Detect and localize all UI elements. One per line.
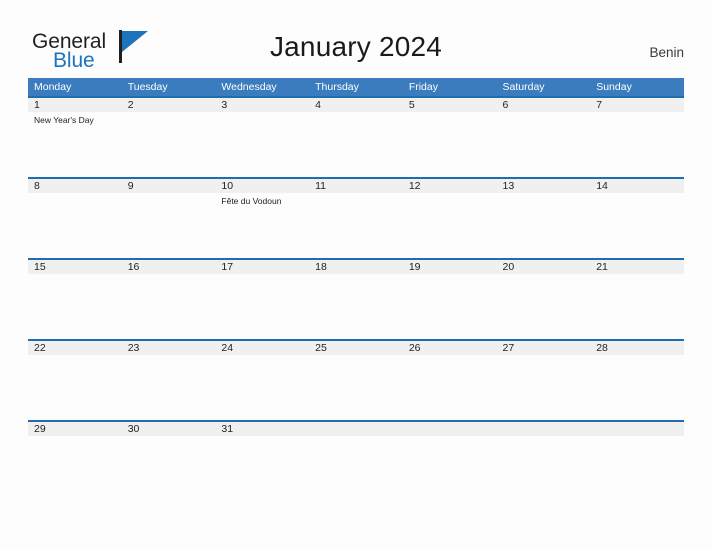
day-header-wednesday: Wednesday <box>221 81 277 93</box>
day-cell[interactable]: 3 <box>215 98 309 177</box>
day-cell[interactable]: 1 New Year's Day <box>28 98 122 177</box>
page-title: January 2024 <box>269 31 443 62</box>
day-cell[interactable]: 12 <box>403 179 497 258</box>
day-number: 13 <box>502 180 515 192</box>
day-cell[interactable]: 5 <box>403 98 497 177</box>
day-number: 25 <box>315 342 327 354</box>
day-cell[interactable]: 14 <box>590 179 684 258</box>
day-cell[interactable]: 24 <box>215 341 309 420</box>
day-header-sunday: Sunday <box>596 81 632 93</box>
day-cell-empty <box>497 422 591 501</box>
day-cell-empty <box>309 422 403 501</box>
day-cell[interactable]: 30 <box>122 422 216 501</box>
calendar-page: General Blue January 2024 Benin Monday T… <box>0 0 712 550</box>
country-label: Benin <box>649 45 684 60</box>
day-cell-empty <box>590 422 684 501</box>
day-cell[interactable]: 18 <box>309 260 403 339</box>
day-header-thursday: Thursday <box>315 81 359 93</box>
day-event-label: Fête du Vodoun <box>221 196 282 206</box>
day-number: 26 <box>408 342 421 354</box>
day-cell[interactable]: 8 <box>28 179 122 258</box>
day-number: 9 <box>127 180 134 192</box>
day-number: 16 <box>127 261 140 273</box>
day-cell[interactable]: 19 <box>403 260 497 339</box>
day-cell[interactable]: 21 <box>590 260 684 339</box>
day-cell[interactable]: 2 <box>122 98 216 177</box>
day-number: 24 <box>221 342 234 354</box>
calendar-week-row: 8 9 10 Fête du Vodoun 11 12 13 14 <box>28 177 684 258</box>
day-number: 21 <box>596 261 608 273</box>
day-number: 2 <box>127 99 134 111</box>
day-number: 18 <box>315 261 327 273</box>
day-number: 11 <box>315 180 327 192</box>
day-number: 1 <box>34 99 40 111</box>
day-cell-empty <box>403 422 497 501</box>
day-number: 17 <box>221 261 234 273</box>
day-number: 5 <box>408 99 415 111</box>
day-number: 4 <box>315 99 321 111</box>
day-cell[interactable]: 27 <box>497 341 591 420</box>
day-cell[interactable]: 26 <box>403 341 497 420</box>
calendar-grid: Monday Tuesday Wednesday Thursday Friday… <box>28 78 684 501</box>
day-header-tuesday: Tuesday <box>127 81 168 93</box>
page-header: General Blue January 2024 Benin <box>0 0 712 78</box>
calendar-week-row: 29 30 31 <box>28 420 684 501</box>
day-cell[interactable]: 20 <box>497 260 591 339</box>
day-number: 20 <box>502 261 515 273</box>
day-header-monday: Monday <box>34 81 72 93</box>
day-cell[interactable]: 22 <box>28 341 122 420</box>
day-number: 31 <box>221 423 234 435</box>
day-cell[interactable]: 28 <box>590 341 684 420</box>
day-cell[interactable]: 10 Fête du Vodoun <box>215 179 309 258</box>
day-cell[interactable]: 9 <box>122 179 216 258</box>
day-number: 22 <box>34 342 46 354</box>
calendar-week-row: 15 16 17 18 19 20 21 <box>28 258 684 339</box>
day-cell[interactable]: 16 <box>122 260 216 339</box>
day-event-label: New Year's Day <box>34 115 94 125</box>
day-cell[interactable]: 29 <box>28 422 122 501</box>
day-number: 28 <box>596 342 608 354</box>
day-number: 19 <box>408 261 421 273</box>
day-cell[interactable]: 31 <box>215 422 309 501</box>
day-cell[interactable]: 13 <box>497 179 591 258</box>
day-number: 27 <box>502 342 515 354</box>
day-cell[interactable]: 7 <box>590 98 684 177</box>
calendar-week-row: 1 New Year's Day 2 3 4 5 6 7 <box>28 96 684 177</box>
day-cell[interactable]: 25 <box>309 341 403 420</box>
day-cell[interactable]: 17 <box>215 260 309 339</box>
day-cell[interactable]: 23 <box>122 341 216 420</box>
day-number: 23 <box>127 342 140 354</box>
day-number: 8 <box>34 180 40 192</box>
day-header-friday: Friday <box>408 81 438 93</box>
day-number: 7 <box>596 99 603 111</box>
day-number: 29 <box>34 423 46 435</box>
day-cell[interactable]: 6 <box>497 98 591 177</box>
day-cell[interactable]: 4 <box>309 98 403 177</box>
day-number: 30 <box>127 423 140 435</box>
day-number: 10 <box>221 180 234 192</box>
day-cell[interactable]: 11 <box>309 179 403 258</box>
day-number: 6 <box>502 99 509 111</box>
day-of-week-header-row: Monday Tuesday Wednesday Thursday Friday… <box>28 78 684 96</box>
day-cell[interactable]: 15 <box>28 260 122 339</box>
day-header-saturday: Saturday <box>502 81 545 93</box>
day-number: 15 <box>34 261 46 273</box>
calendar-week-row: 22 23 24 25 26 27 28 <box>28 339 684 420</box>
day-number: 14 <box>596 180 608 192</box>
day-number: 3 <box>221 99 228 111</box>
day-number: 12 <box>408 180 421 192</box>
